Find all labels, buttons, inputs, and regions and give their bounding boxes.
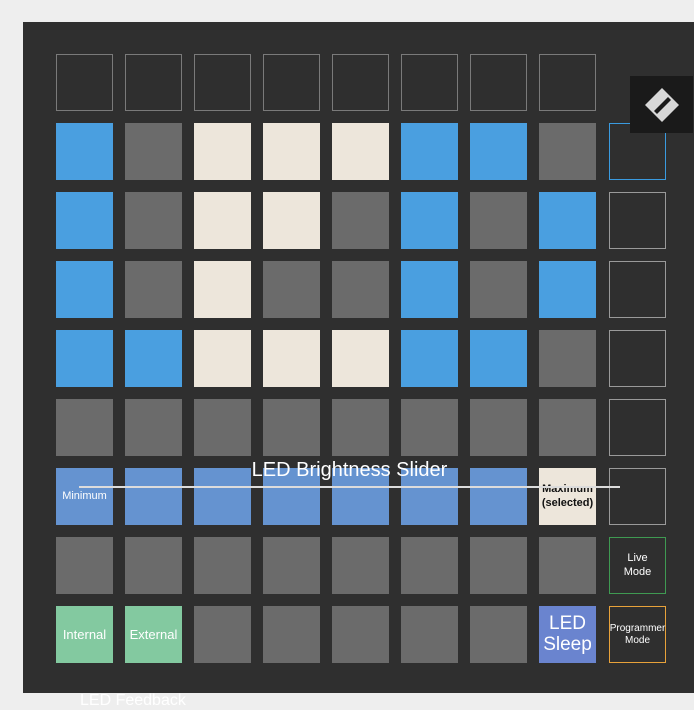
- grid-pad-r8-c4[interactable]: [263, 606, 320, 663]
- grid-pad-r5-c1[interactable]: [56, 399, 113, 456]
- external-feedback-pad[interactable]: External: [125, 606, 182, 663]
- grid-pad-r3-c2[interactable]: [125, 261, 182, 318]
- top-pad-8[interactable]: [539, 54, 596, 111]
- grid-pad-r3-c7[interactable]: [470, 261, 527, 318]
- grid-pad-r5-c3[interactable]: [194, 399, 251, 456]
- grid-pad-r4-c6[interactable]: [401, 330, 458, 387]
- brightness-slider-line: [79, 486, 620, 488]
- internal-feedback-pad[interactable]: Internal: [56, 606, 113, 663]
- grid-pad-r5-c4[interactable]: [263, 399, 320, 456]
- grid-pad-r4-c3[interactable]: [194, 330, 251, 387]
- grid-pad-r1-c2[interactable]: [125, 123, 182, 180]
- top-pad-5[interactable]: [332, 54, 389, 111]
- grid-pad-r4-c4[interactable]: [263, 330, 320, 387]
- launchpad-device: Minimum Maximum (selected) Internal External…: [23, 22, 694, 709]
- top-pad-1[interactable]: [56, 54, 113, 111]
- brightness-minimum-label: Minimum: [62, 489, 107, 502]
- maximum-label-line2: (selected): [541, 496, 594, 509]
- grid-pad-r3-c8[interactable]: [539, 261, 596, 318]
- grid-pad-r3-c1[interactable]: [56, 261, 113, 318]
- side-pad-2[interactable]: [609, 192, 666, 249]
- external-label: External: [129, 626, 178, 642]
- led-feedback-caption: LED Feedback: [80, 692, 186, 709]
- programmer-mode-label: Programmer Mode: [610, 623, 666, 647]
- grid-pad-r2-c1[interactable]: [56, 192, 113, 249]
- novation-logo-icon: [630, 76, 693, 133]
- grid-pad-r3-c6[interactable]: [401, 261, 458, 318]
- live-mode-line1: Live: [627, 552, 648, 565]
- side-pad-4[interactable]: [609, 330, 666, 387]
- grid-pad-r2-c6[interactable]: [401, 192, 458, 249]
- top-pad-2[interactable]: [125, 54, 182, 111]
- grid-pad-r5-c7[interactable]: [470, 399, 527, 456]
- grid-pad-r2-c4[interactable]: [263, 192, 320, 249]
- grid-pad-r7-c1[interactable]: [56, 537, 113, 594]
- programmer-mode-line2: Mode: [625, 634, 651, 646]
- grid-pad-r4-c8[interactable]: [539, 330, 596, 387]
- grid-pad-r5-c8[interactable]: [539, 399, 596, 456]
- grid-pad-r3-c5[interactable]: [332, 261, 389, 318]
- grid-pad-r3-c3[interactable]: [194, 261, 251, 318]
- grid-pad-r5-c6[interactable]: [401, 399, 458, 456]
- grid-pad-r7-c4[interactable]: [263, 537, 320, 594]
- live-mode-label: Live Mode: [624, 552, 652, 578]
- side-pad-3[interactable]: [609, 261, 666, 318]
- top-pad-6[interactable]: [401, 54, 458, 111]
- grid-pad-r1-c8[interactable]: [539, 123, 596, 180]
- led-sleep-pad[interactable]: LED Sleep: [539, 606, 596, 663]
- grid-pad-r1-c4[interactable]: [263, 123, 320, 180]
- live-mode-pad[interactable]: Live Mode: [609, 537, 666, 594]
- grid-pad-r5-c2[interactable]: [125, 399, 182, 456]
- programmer-mode-line1: Programmer: [609, 622, 666, 634]
- grid-pad-r1-c1[interactable]: [56, 123, 113, 180]
- grid-pad-r4-c7[interactable]: [470, 330, 527, 387]
- led-sleep-label: LED Sleep: [543, 612, 592, 656]
- led-sleep-line1: LED: [549, 612, 586, 634]
- grid-pad-r8-c6[interactable]: [401, 606, 458, 663]
- grid-pad-r2-c7[interactable]: [470, 192, 527, 249]
- grid-pad-r7-c6[interactable]: [401, 537, 458, 594]
- grid-pad-r1-c5[interactable]: [332, 123, 389, 180]
- grid-pad-r4-c1[interactable]: [56, 330, 113, 387]
- programmer-mode-pad[interactable]: Programmer Mode: [609, 606, 666, 663]
- top-pad-3[interactable]: [194, 54, 251, 111]
- top-pad-7[interactable]: [470, 54, 527, 111]
- grid-pad-r1-c6[interactable]: [401, 123, 458, 180]
- grid-pad-r2-c8[interactable]: [539, 192, 596, 249]
- grid-pad-r2-c3[interactable]: [194, 192, 251, 249]
- grid-pad-r8-c7[interactable]: [470, 606, 527, 663]
- side-pad-5[interactable]: [609, 399, 666, 456]
- grid-pad-r8-c5[interactable]: [332, 606, 389, 663]
- grid-pad-r3-c4[interactable]: [263, 261, 320, 318]
- top-pad-4[interactable]: [263, 54, 320, 111]
- grid-pad-r5-c5[interactable]: [332, 399, 389, 456]
- led-sleep-line2: Sleep: [543, 633, 592, 655]
- grid-pad-r8-c3[interactable]: [194, 606, 251, 663]
- brightness-slider-caption: LED Brightness Slider: [251, 459, 448, 481]
- grid-pad-r7-c3[interactable]: [194, 537, 251, 594]
- grid-pad-r7-c5[interactable]: [332, 537, 389, 594]
- grid-pad-r4-c2[interactable]: [125, 330, 182, 387]
- grid-pad-r1-c3[interactable]: [194, 123, 251, 180]
- grid-pad-r7-c2[interactable]: [125, 537, 182, 594]
- grid-pad-r4-c5[interactable]: [332, 330, 389, 387]
- grid-pad-r2-c5[interactable]: [332, 192, 389, 249]
- grid-pad-r2-c2[interactable]: [125, 192, 182, 249]
- internal-label: Internal: [62, 626, 107, 642]
- grid-pad-r1-c7[interactable]: [470, 123, 527, 180]
- grid-pad-r7-c8[interactable]: [539, 537, 596, 594]
- live-mode-line2: Mode: [623, 565, 652, 578]
- grid-pad-r7-c7[interactable]: [470, 537, 527, 594]
